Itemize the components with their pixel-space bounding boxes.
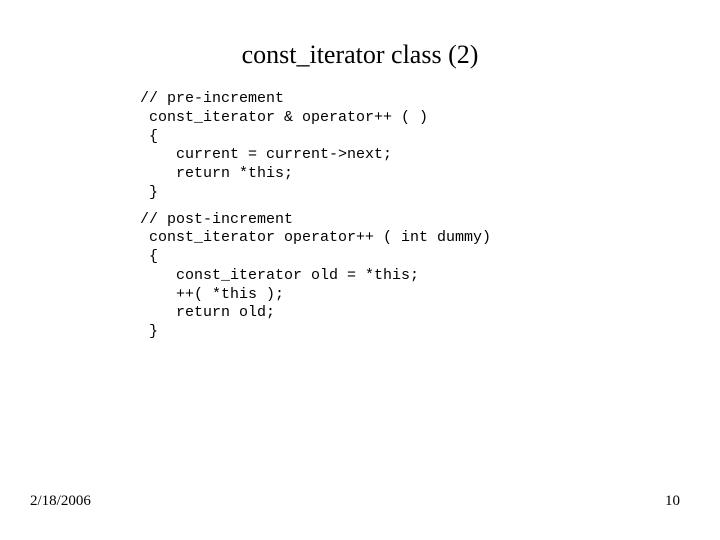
code-block-post-increment: // post-increment const_iterator operato… — [140, 211, 680, 342]
footer-date: 2/18/2006 — [30, 493, 91, 510]
code-block-pre-increment: // pre-increment const_iterator & operat… — [140, 90, 680, 203]
slide-container: const_iterator class (2) // pre-incremen… — [0, 0, 720, 540]
footer-page-number: 10 — [665, 493, 680, 510]
slide-title: const_iterator class (2) — [40, 40, 680, 70]
